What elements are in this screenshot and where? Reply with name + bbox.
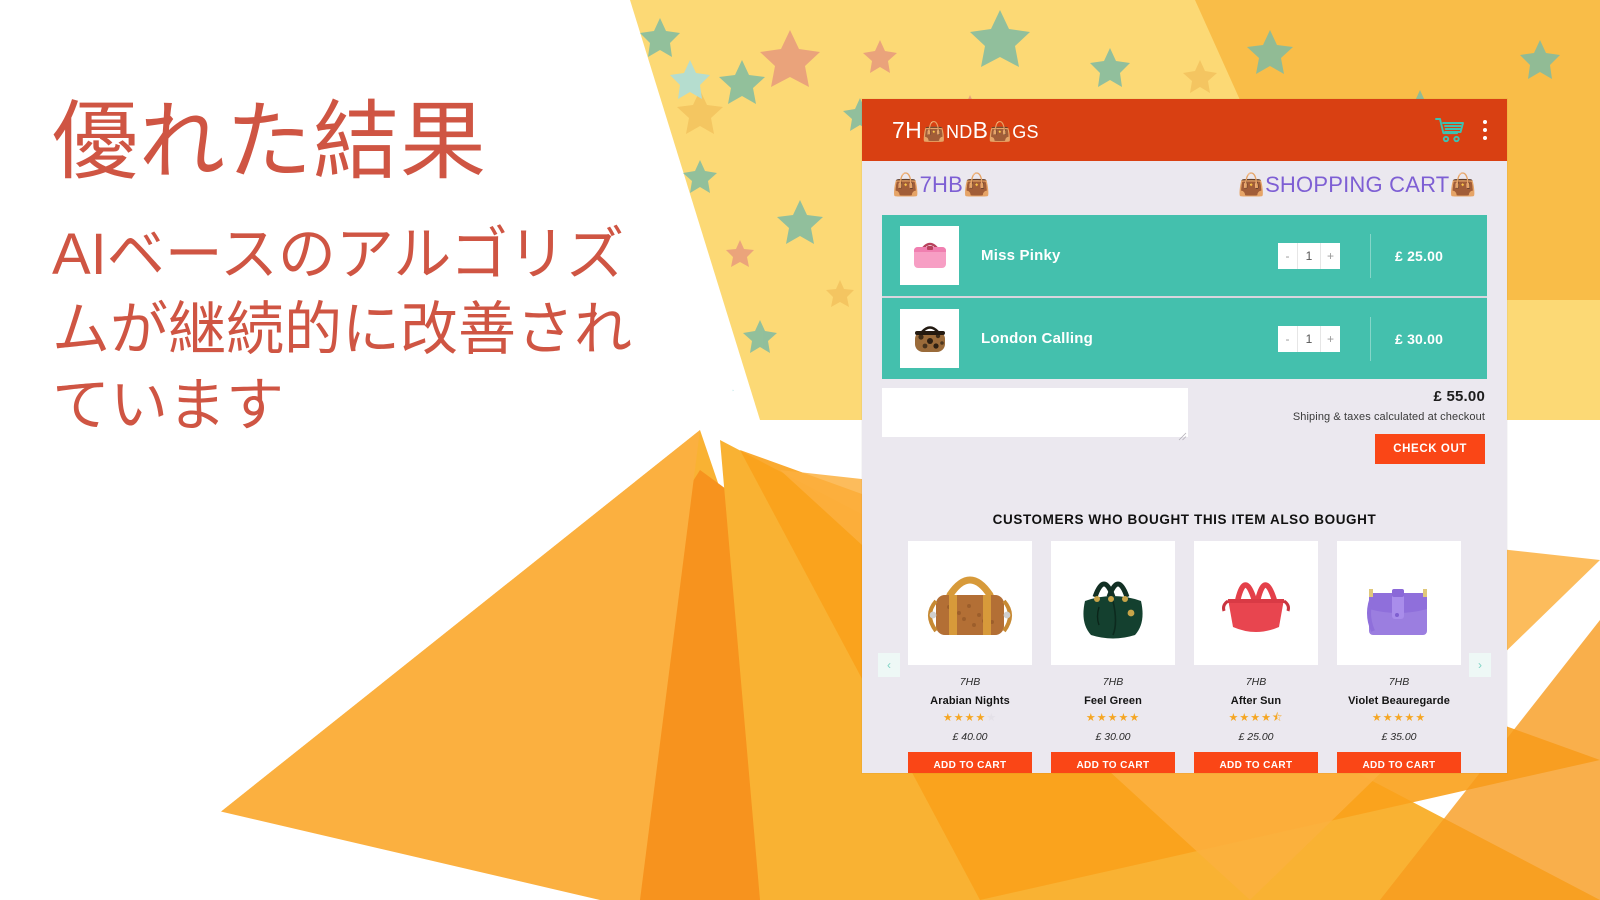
bag-icon-title-left: 👜 xyxy=(1237,172,1266,197)
product-card: 7HB Feel Green ★★★★★ £ 30.00 ADD TO CART xyxy=(1051,541,1175,773)
quantity-increment-button[interactable]: + xyxy=(1321,326,1340,352)
app-header-bar: 7H 👜 ND B 👜 GS xyxy=(862,99,1507,161)
logo-text-prefix: 7H xyxy=(892,116,923,143)
add-to-cart-button[interactable]: ADD TO CART xyxy=(1194,752,1318,773)
quantity-decrement-button[interactable]: - xyxy=(1278,243,1297,269)
logo-bag-icon-1: 👜 xyxy=(922,121,946,143)
product-rating: ★★★★★ xyxy=(1371,712,1427,724)
carousel-next-arrow[interactable]: › xyxy=(1469,653,1491,677)
add-to-cart-button[interactable]: ADD TO CART xyxy=(1337,752,1461,773)
product-name: Arabian Nights xyxy=(930,695,1010,707)
bag-icon-right: 👜 xyxy=(963,172,991,197)
leopard-handbag-thumb xyxy=(900,309,959,368)
order-note-textarea[interactable] xyxy=(882,388,1188,437)
cart-item-name: Miss Pinky xyxy=(981,247,1061,264)
kebab-menu-icon[interactable] xyxy=(1479,118,1491,142)
logo-bag-icon-2: 👜 xyxy=(988,121,1013,143)
product-brand: 7HB xyxy=(1102,676,1124,688)
app-header-actions xyxy=(1435,117,1491,143)
product-card: 7HB After Sun ★★★★⯪ £ 25.00 ADD TO CART xyxy=(1194,541,1318,773)
product-brand: 7HB xyxy=(959,676,981,688)
purple-satchel-image[interactable] xyxy=(1337,541,1461,665)
green-handbag-image[interactable] xyxy=(1051,541,1175,665)
pink-handbag-thumb xyxy=(900,226,959,285)
recommendations-carousel: ‹ › 7HB Arabian Nights ★★★★★ £ 40.00 ADD… xyxy=(862,541,1507,773)
row-divider xyxy=(1370,316,1371,361)
add-to-cart-button[interactable]: ADD TO CART xyxy=(908,752,1032,773)
cart-row: Miss Pinky - 1 + £ 25.00 xyxy=(882,215,1487,296)
quantity-stepper[interactable]: - 1 + xyxy=(1278,242,1340,269)
logo-letter-b: B xyxy=(972,116,989,143)
breadcrumb-bar: 👜 7HB 👜 👜 SHOPPING CART 👜 xyxy=(862,161,1507,209)
bag-icon-left: 👜 xyxy=(892,172,920,197)
product-name: After Sun xyxy=(1230,695,1282,707)
checkout-button[interactable]: CHECK OUT xyxy=(1375,434,1485,464)
red-tote-image[interactable] xyxy=(1194,541,1318,665)
screenshot-root: 優れた結果 AIベースのアルゴリズムが継続的に改善されています 7H 👜 ND B 👜 G… xyxy=(0,0,1600,900)
quantity-decrement-button[interactable]: - xyxy=(1278,326,1297,352)
shipping-tax-note: Shiping & taxes calculated at checkout xyxy=(1292,411,1485,423)
row-divider xyxy=(1370,233,1371,278)
cart-item-price: £ 25.00 xyxy=(1395,247,1444,264)
promo-subheadline: AIベースのアルゴリズムが継続的に改善されています xyxy=(52,221,633,438)
page-title: 👜 SHOPPING CART 👜 xyxy=(1237,172,1477,198)
recommendations-heading: CUSTOMERS WHO BOUGHT THIS ITEM ALSO BOUG… xyxy=(992,512,1377,527)
cart-totals-section: £ 55.00 Shiping & taxes calculated at ch… xyxy=(882,388,1487,464)
tan-satchel-image[interactable] xyxy=(908,541,1032,665)
product-name: Violet Beauregarde xyxy=(1348,695,1450,707)
cart-row: London Calling - 1 + £ 30.00 xyxy=(882,296,1487,379)
site-logo[interactable]: 7H 👜 ND B 👜 GS xyxy=(892,117,1039,144)
cart-item-price: £ 30.00 xyxy=(1395,330,1444,347)
quantity-increment-button[interactable]: + xyxy=(1321,243,1340,269)
breadcrumb-home-link[interactable]: 👜 7HB 👜 xyxy=(892,172,991,198)
quantity-stepper[interactable]: - 1 + xyxy=(1278,325,1340,352)
quantity-value[interactable]: 1 xyxy=(1297,242,1321,269)
bag-icon-title-right: 👜 xyxy=(1449,172,1477,197)
shopping-cart-app-panel: 7H 👜 ND B 👜 GS 👜 7HB 👜 👜 SHOPPING CART 👜… xyxy=(862,99,1507,773)
product-brand: 7HB xyxy=(1245,676,1267,688)
breadcrumb-home-label: 7HB xyxy=(919,172,963,197)
order-note-wrapper xyxy=(882,388,1188,442)
totals-summary: £ 55.00 Shiping & taxes calculated at ch… xyxy=(1293,388,1487,464)
add-to-cart-button[interactable]: ADD TO CART xyxy=(1051,752,1175,773)
product-rating: ★★★★★ xyxy=(1085,712,1141,724)
product-name: Feel Green xyxy=(1084,695,1142,707)
product-brand: 7HB xyxy=(1388,676,1410,688)
page-title-label: SHOPPING CART xyxy=(1265,172,1450,197)
product-rating: ★★★★★ xyxy=(942,712,998,724)
promo-copy: 優れた結果 AIベースのアルゴリズムが継続的に改善されています xyxy=(52,96,672,443)
product-rating: ★★★★⯪ xyxy=(1228,712,1284,724)
quantity-value[interactable]: 1 xyxy=(1297,325,1321,352)
cart-items-table: Miss Pinky - 1 + £ 25.00 London Calling … xyxy=(882,215,1487,379)
cart-item-name: London Calling xyxy=(981,330,1093,347)
cart-grand-total: £ 55.00 xyxy=(1433,388,1485,405)
logo-text-mid: ND xyxy=(945,121,973,142)
product-card: 7HB Violet Beauregarde ★★★★★ £ 35.00 ADD… xyxy=(1337,541,1461,773)
carousel-prev-arrow[interactable]: ‹ xyxy=(878,653,900,677)
shopping-cart-icon[interactable] xyxy=(1435,117,1465,143)
logo-text-suffix: GS xyxy=(1012,121,1039,142)
product-card: 7HB Arabian Nights ★★★★★ £ 40.00 ADD TO … xyxy=(908,541,1032,773)
product-price: £ 35.00 xyxy=(1381,731,1417,743)
product-price: £ 30.00 xyxy=(1095,731,1131,743)
product-price: £ 25.00 xyxy=(1238,731,1274,743)
product-price: £ 40.00 xyxy=(952,731,988,743)
promo-headline: 優れた結果 xyxy=(52,94,487,190)
